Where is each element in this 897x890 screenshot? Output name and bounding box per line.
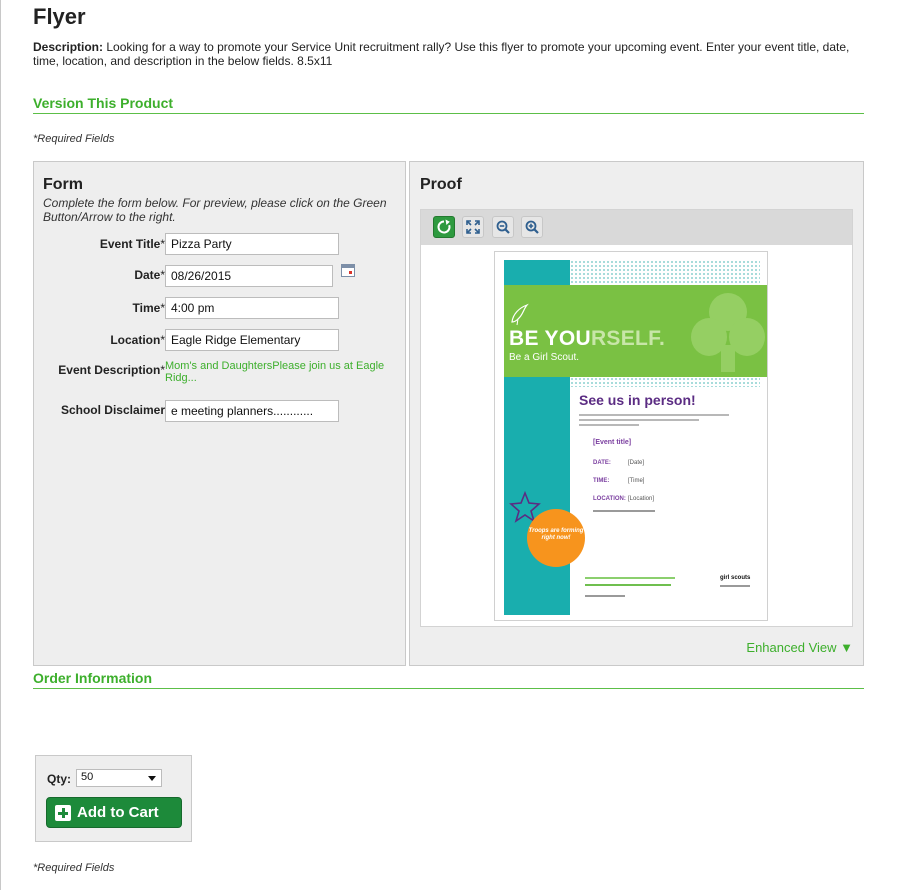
date-label: Date*: [134, 268, 165, 282]
order-section-heading: Order Information: [33, 670, 864, 689]
proof-title: Proof: [420, 176, 462, 193]
school-disclaimer-input[interactable]: [165, 400, 339, 422]
date-input[interactable]: [165, 265, 333, 287]
flyer-event-title: [Event title]: [593, 439, 632, 446]
enhanced-view-toggle[interactable]: Enhanced View ▼: [746, 640, 853, 655]
flyer-description-line: [593, 510, 655, 512]
flyer-see-us: See us in person!: [579, 392, 696, 408]
flyer-location-label: LOCATION:: [593, 496, 626, 502]
flyer-time-label: TIME:: [593, 478, 610, 484]
form-title: Form: [43, 176, 83, 193]
proof-toolbar: [421, 210, 852, 245]
flyer-subhead: Be a Girl Scout.: [509, 352, 580, 363]
bird-icon: [511, 303, 529, 326]
flyer-body-line: [579, 424, 639, 426]
event-description-label: Event Description*: [58, 363, 165, 377]
flyer-date-value: [Date]: [628, 460, 645, 466]
flyer-time-value: [Time]: [628, 478, 645, 484]
description-label: Description:: [33, 40, 104, 54]
required-fields-note-top: *Required Fields: [33, 133, 115, 145]
add-to-cart-label: Add to Cart: [77, 804, 159, 821]
fit-screen-icon[interactable]: [462, 216, 484, 238]
flyer-footer-line: [585, 584, 671, 586]
zoom-in-icon[interactable]: [521, 216, 543, 238]
flyer-body-line: [579, 414, 729, 416]
time-label: Time*: [132, 301, 165, 315]
flyer-dot-pattern: [570, 260, 760, 284]
proof-panel: Proof BE YOURSELF. Be a Girl Scout. See …: [409, 161, 864, 666]
flyer-footer-line: [585, 595, 625, 597]
flyer-preview: BE YOURSELF. Be a Girl Scout. See us in …: [494, 251, 768, 621]
chevron-down-icon: [148, 776, 156, 781]
form-panel: Form Complete the form below. For previe…: [33, 161, 406, 666]
flyer-location-value: [Location]: [628, 496, 655, 502]
description-text: Looking for a way to promote your Servic…: [33, 40, 850, 68]
time-input[interactable]: [165, 297, 339, 319]
qty-value: 50: [81, 771, 94, 783]
calendar-icon[interactable]: [341, 264, 355, 277]
qty-label: Qty:: [47, 772, 71, 786]
proof-viewer: BE YOURSELF. Be a Girl Scout. See us in …: [420, 209, 853, 627]
page-title: Flyer: [33, 4, 86, 29]
flyer-body-line: [579, 419, 699, 421]
plus-icon: [55, 805, 71, 821]
flyer-brand-line: [720, 585, 750, 587]
location-label: Location*: [110, 333, 165, 347]
flyer-badge: Troops are forming right now!: [527, 509, 585, 567]
add-to-cart-button[interactable]: Add to Cart: [46, 797, 182, 828]
flyer-dot-pattern-mid: [570, 377, 760, 387]
order-box: Qty: 50 Add to Cart: [35, 755, 192, 842]
flyer-footer-line: [585, 577, 675, 579]
left-border: [0, 0, 1, 890]
form-help-text: Complete the form below. For preview, pl…: [43, 196, 387, 224]
event-description-link[interactable]: Mom's and DaughtersPlease join us at Eag…: [165, 360, 385, 384]
zoom-out-icon[interactable]: [492, 216, 514, 238]
product-description: Description: Looking for a way to promot…: [33, 40, 868, 68]
flyer-brand: girl scouts: [720, 575, 751, 581]
school-disclaimer-label: School Disclaimer: [60, 403, 165, 417]
event-title-label: Event Title*: [99, 237, 165, 251]
trefoil-logo-icon: [691, 293, 765, 372]
version-section-heading: Version This Product: [33, 95, 864, 114]
location-input[interactable]: [165, 329, 339, 351]
required-fields-note-bottom: *Required Fields: [33, 862, 115, 874]
refresh-icon[interactable]: [433, 216, 455, 238]
flyer-date-label: DATE:: [593, 460, 611, 466]
flyer-headline: BE YOURSELF.: [509, 327, 666, 350]
qty-select[interactable]: 50: [76, 769, 162, 787]
event-title-input[interactable]: [165, 233, 339, 255]
